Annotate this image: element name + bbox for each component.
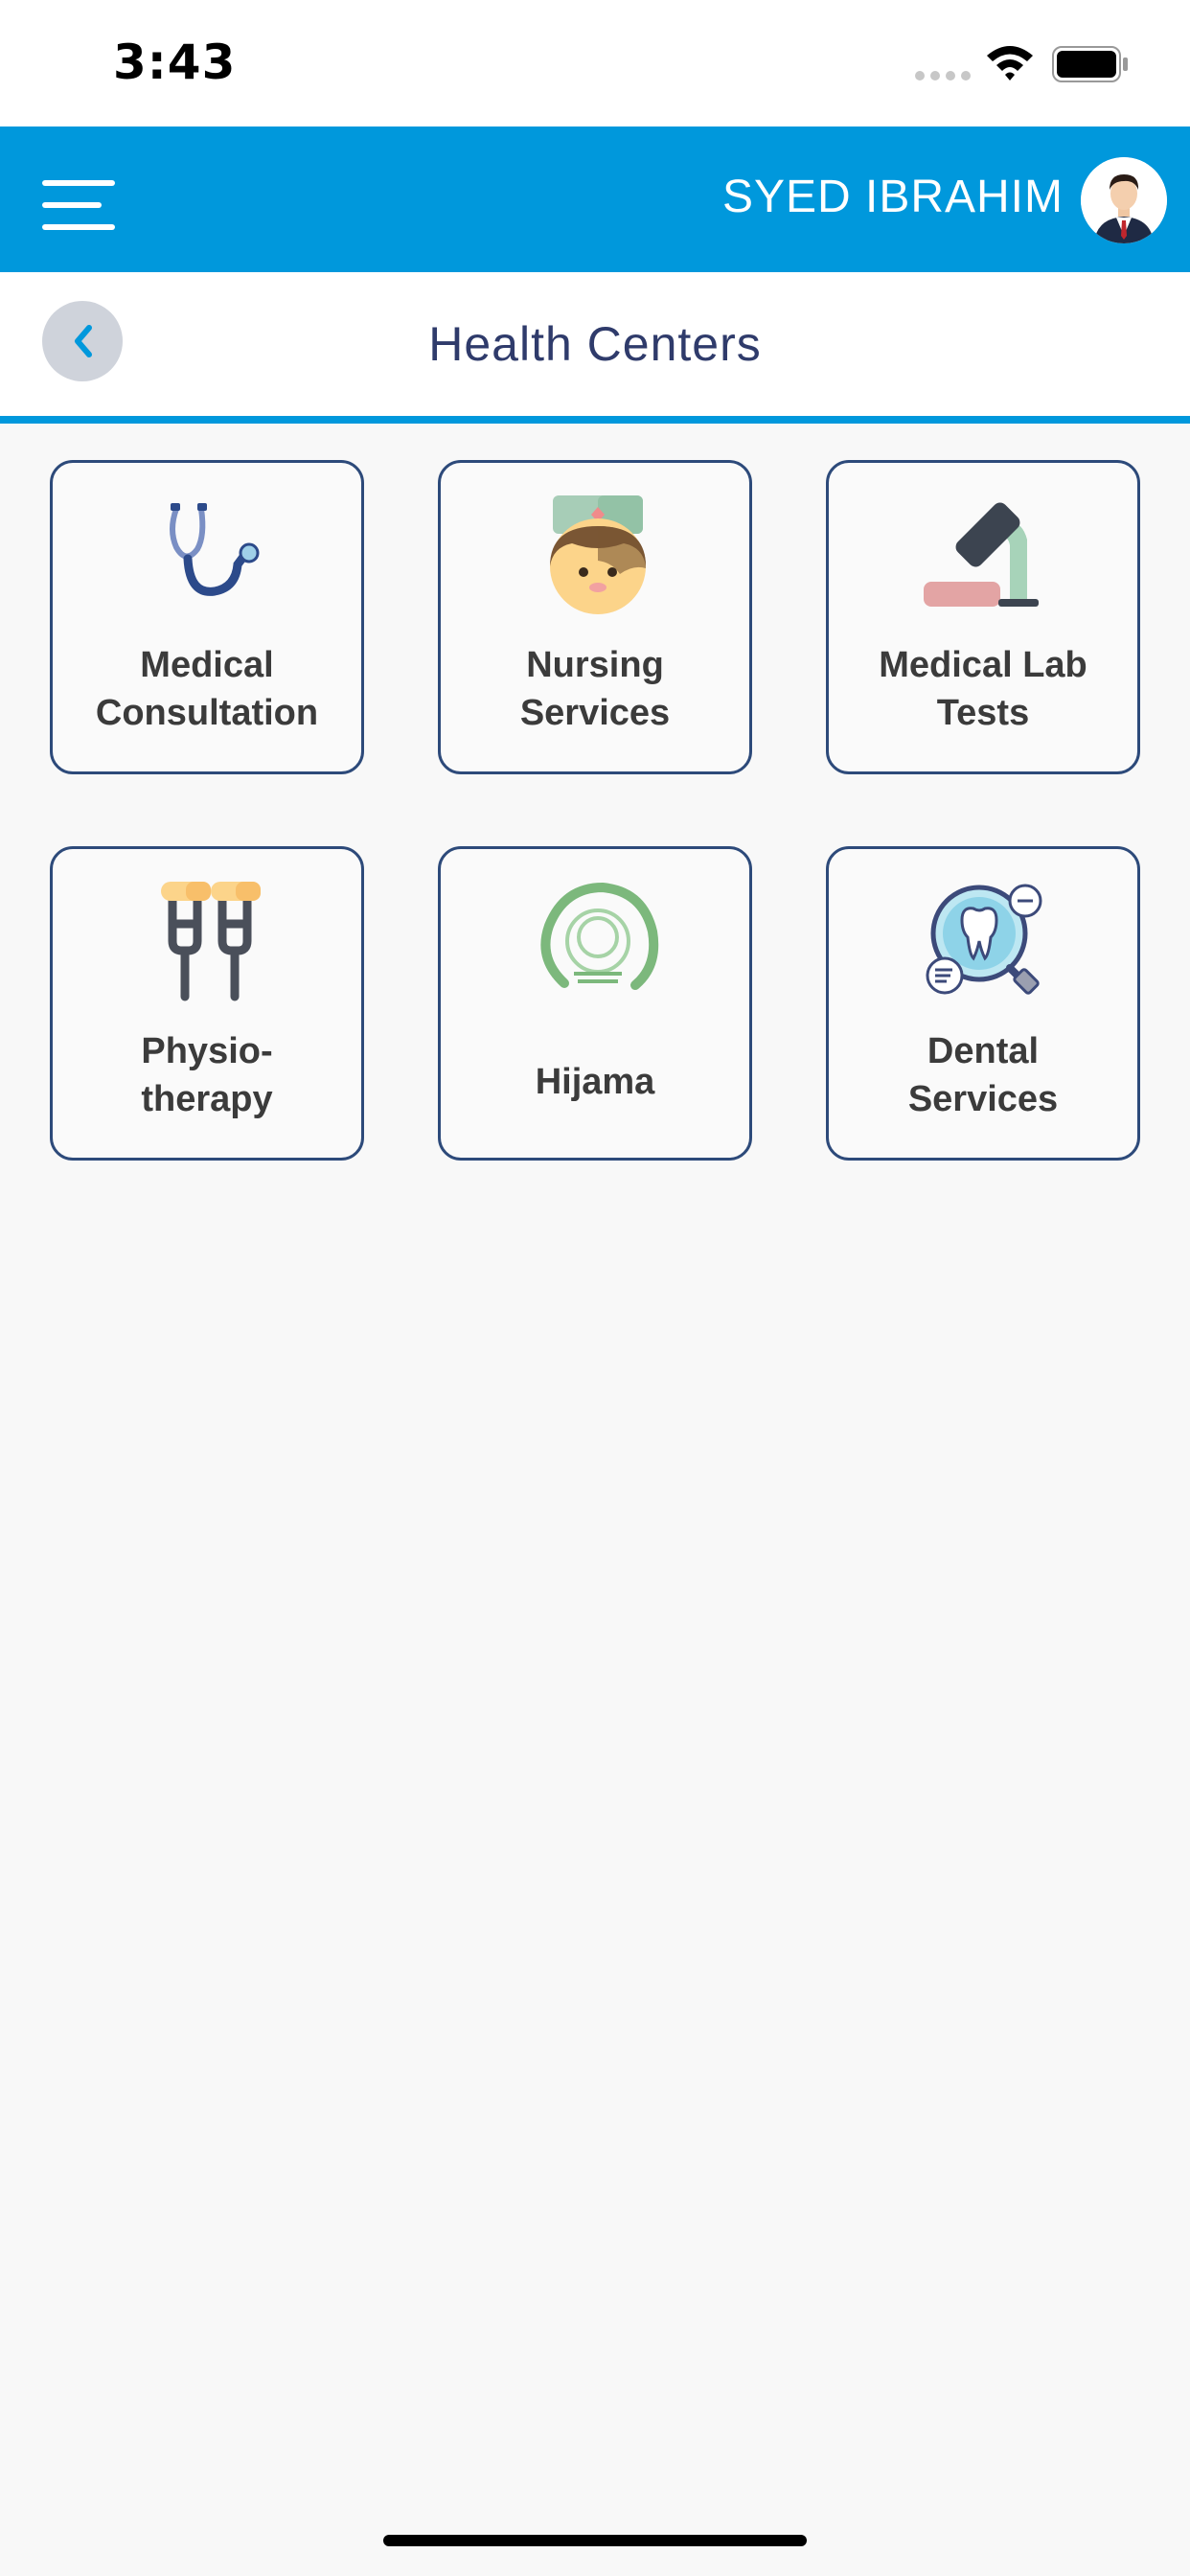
service-card-medical-consultation[interactable]: Medical Consultation bbox=[50, 460, 364, 774]
user-name: SYED IBRAHIM bbox=[721, 172, 1064, 222]
page-title: Health Centers bbox=[428, 317, 762, 371]
service-card-nursing-services[interactable]: Nursing Services bbox=[438, 460, 752, 774]
nurse-icon bbox=[550, 495, 646, 614]
service-label: Medical Consultation bbox=[95, 645, 319, 733]
stethoscope-icon bbox=[170, 503, 260, 596]
status-time: 3:43 bbox=[113, 34, 237, 90]
service-label: Hijama bbox=[535, 1062, 655, 1102]
avatar-icon bbox=[1081, 157, 1167, 243]
cellular-signal-icon bbox=[915, 71, 971, 80]
hijama-cup-icon bbox=[540, 882, 659, 990]
service-label: Medical Lab Tests bbox=[879, 645, 1087, 733]
sub-header: Health Centers bbox=[0, 272, 1190, 424]
service-label: Dental Services bbox=[907, 1031, 1059, 1119]
dental-magnifier-icon bbox=[926, 884, 1042, 995]
service-label: Nursing Services bbox=[519, 645, 671, 733]
wifi-icon bbox=[987, 46, 1033, 80]
service-card-physiotherapy[interactable]: Physio-therapy bbox=[50, 846, 364, 1161]
service-card-medical-lab-tests[interactable]: Medical Lab Tests bbox=[826, 460, 1140, 774]
user-avatar[interactable] bbox=[1081, 157, 1167, 243]
app-header: SYED IBRAHIM bbox=[0, 126, 1190, 272]
service-label: Physio-therapy bbox=[141, 1031, 273, 1119]
status-bar: 3:43 bbox=[0, 0, 1190, 126]
hamburger-menu-icon[interactable] bbox=[42, 180, 115, 230]
service-card-dental-services[interactable]: Dental Services bbox=[826, 846, 1140, 1161]
home-indicator[interactable] bbox=[383, 2535, 807, 2546]
microscope-icon bbox=[924, 502, 1039, 607]
service-card-hijama[interactable]: Hijama bbox=[438, 846, 752, 1161]
battery-icon bbox=[1052, 46, 1128, 82]
crutches-icon bbox=[161, 882, 261, 1001]
